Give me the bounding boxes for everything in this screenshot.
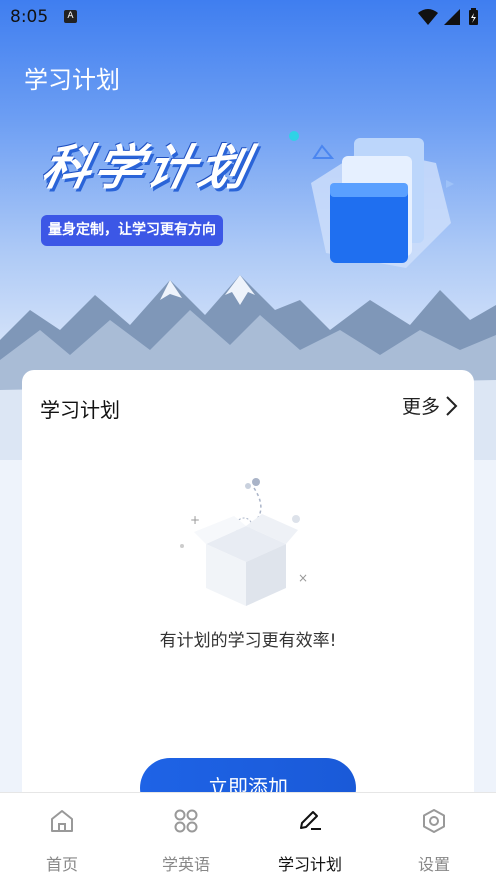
edit-plan-icon xyxy=(300,811,321,830)
study-plan-card: 学习计划 更多 + + × 有计划的学习更有效率! 立即添加 xyxy=(22,370,474,818)
nav-settings-label: 设置 xyxy=(417,855,450,874)
nav-study-plan[interactable]: 学习计划 xyxy=(248,793,372,881)
svg-text:+: + xyxy=(190,513,200,527)
folder-illustration xyxy=(286,128,466,282)
nav-home-label: 首页 xyxy=(45,855,78,874)
nav-learn-english[interactable]: 学英语 xyxy=(124,793,248,881)
notification-a-icon: A xyxy=(64,10,77,23)
nav-home[interactable]: 首页 xyxy=(0,793,124,881)
status-bar: 8:05 A xyxy=(0,0,496,34)
banner-title: 科学计划 xyxy=(36,140,257,196)
bottom-nav: 首页 学英语 学习计划 设置 xyxy=(0,792,496,881)
page-title: 学习计划 xyxy=(24,66,120,94)
home-icon xyxy=(51,810,73,832)
settings-icon xyxy=(423,809,445,833)
nav-learn-english-label: 学英语 xyxy=(161,855,210,874)
banner-subtitle: 量身定制，让学习更有方向 xyxy=(41,215,223,246)
wifi-icon xyxy=(418,9,438,25)
empty-box-icon: + + × xyxy=(176,474,316,618)
signal-icon xyxy=(444,9,460,25)
empty-state-text: 有计划的学习更有效率! xyxy=(159,631,337,651)
nav-study-plan-label: 学习计划 xyxy=(277,855,342,874)
grid-icon xyxy=(174,809,198,833)
chevron-right-icon xyxy=(446,395,458,416)
nav-settings[interactable]: 设置 xyxy=(372,793,496,881)
more-link[interactable]: 更多 xyxy=(402,392,458,419)
battery-icon xyxy=(469,8,478,25)
status-icons xyxy=(416,7,486,32)
svg-text:×: × xyxy=(298,571,308,585)
status-time: 8:05 xyxy=(10,7,49,27)
more-label: 更多 xyxy=(401,396,440,418)
card-title: 学习计划 xyxy=(40,398,120,422)
